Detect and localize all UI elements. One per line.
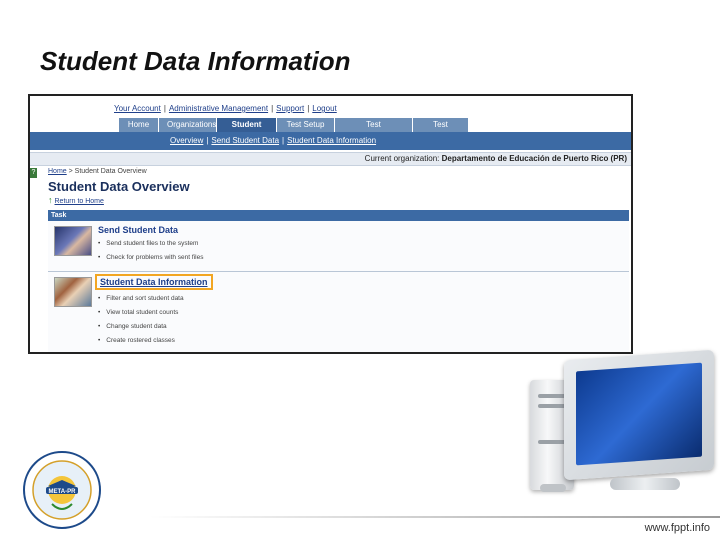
student-info-task-list: Filter and sort student data View total … [98,294,184,350]
top-links: Your Account | Administrative Management | S… [114,104,337,113]
breadcrumb-current: > Student Data Overview [66,168,147,175]
breadcrumb-home[interactable]: Home [48,168,67,175]
list-item[interactable]: Create rostered classes [98,336,184,350]
org-label: Current organization: [364,154,440,163]
subnav-student-data-information[interactable]: Student Data Information [287,136,376,145]
student-data-information-link[interactable]: Student Data Information [95,274,213,290]
logo-text: META-PR [49,489,77,495]
send-data-image [54,226,92,256]
tab-test-management[interactable]: Test Management [335,118,413,143]
send-data-task-list: Send student files to the system Check f… [98,239,203,267]
link-your-account[interactable]: Your Account [114,104,161,113]
computer-monitor-image [564,349,714,481]
monitor-stand [610,478,680,490]
return-home-link[interactable]: ↑ Return to Home [48,195,104,205]
subnav-overview[interactable]: Overview [170,136,203,145]
tab-home[interactable]: Home [119,118,159,132]
task-row-student-data-information: Student Data Information Filter and sort… [48,272,629,352]
org-value: Departamento de Educación de Puerto Rico… [441,154,627,163]
list-item[interactable]: Filter and sort student data [98,294,183,308]
link-administrative-management[interactable]: Administrative Management [169,104,268,113]
breadcrumb: Home > Student Data Overview [48,168,147,175]
sub-nav-bar: Overview | Send Student Data | Student Data … [30,132,631,150]
organization-bar: Current organization: Departamento de Ed… [30,152,631,166]
return-home-label[interactable]: Return to Home [55,198,104,205]
task-row-send-student-data: Send Student Data Send student files to … [48,221,629,272]
slide-title: Student Data Information [40,46,351,76]
tab-student-data[interactable]: Student Data [217,118,277,143]
drive-bay [538,440,566,444]
monitor-screen [576,362,702,466]
current-organization: Current organization: Departamento de Ed… [365,154,627,163]
main-tabs: Home Organizations Student Data Test Set… [119,118,469,143]
link-support[interactable]: Support [276,104,304,113]
meta-pr-logo: META-PR [23,451,101,529]
footer-divider [150,516,720,518]
footer-url: www.fppt.info [644,522,710,534]
student-info-image [54,277,92,307]
send-student-data-link[interactable]: Send Student Data [98,225,178,235]
list-item[interactable]: View total student counts [98,308,184,322]
task-header: Task [48,210,629,221]
link-logout[interactable]: Logout [312,104,336,113]
drive-bay [538,404,566,408]
side-tab-icon[interactable]: ? [30,168,37,178]
tab-test-results[interactable]: Test Results [413,118,469,143]
drive-bay [538,394,566,398]
tab-organizations[interactable]: Organizations [159,118,217,132]
tower-base [540,484,566,492]
tab-test-setup[interactable]: Test Setup [277,118,335,132]
page-heading: Student Data Overview [48,179,190,194]
list-item[interactable]: Send student files to the system [98,239,203,253]
sub-nav: Overview | Send Student Data | Student Data … [170,136,377,145]
list-item[interactable]: Check for problems with sent files [98,253,203,267]
list-item[interactable]: Change student data [98,322,184,336]
app-screenshot: Your Account | Administrative Management | S… [28,94,633,354]
up-arrow-icon: ↑ [48,195,53,205]
subnav-send-student-data[interactable]: Send Student Data [211,136,279,145]
